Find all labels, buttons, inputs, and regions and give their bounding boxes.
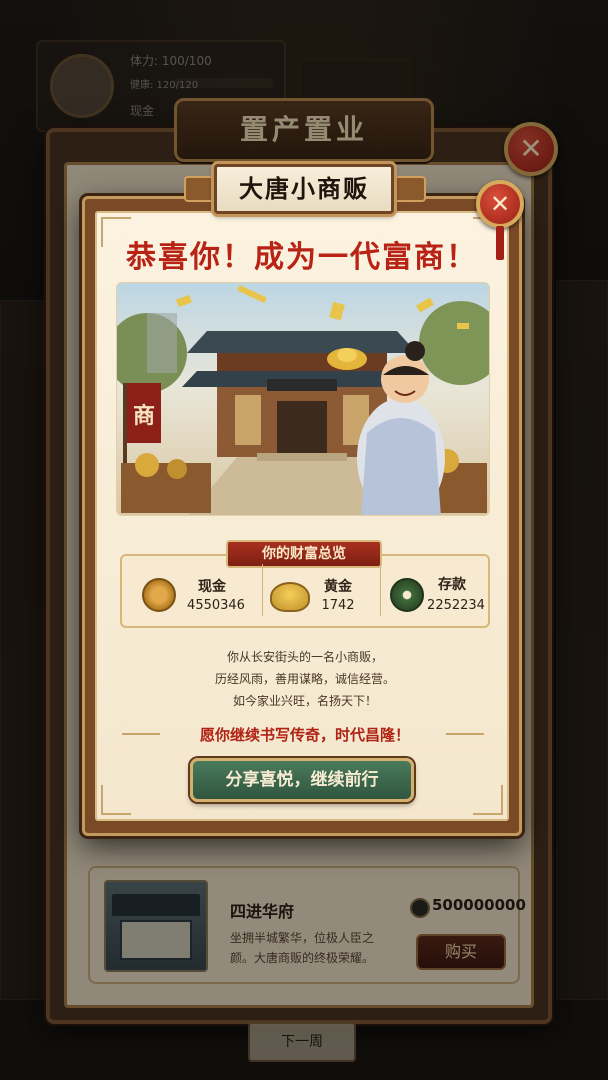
story-line: 历经风雨，善用谋略，诚信经营。 xyxy=(214,672,395,686)
wish-divider-right xyxy=(446,733,484,735)
congrats-heading: 恭喜你！成为一代富商！ xyxy=(126,240,478,275)
merchant-courtyard-illustration: 商 xyxy=(117,284,489,515)
corner-ornament xyxy=(473,785,503,815)
celebration-illustration: 商 xyxy=(116,282,490,516)
cash-value: 4550346 xyxy=(187,598,245,613)
wish-text: 愿你继续书写传奇，时代昌隆！ xyxy=(199,726,410,744)
modal-title-plate: 大唐小商贩 xyxy=(214,164,394,214)
title-ornament-left xyxy=(184,176,218,202)
deposit-value: 2252234 xyxy=(427,598,485,613)
divider xyxy=(380,564,381,616)
deposit-label: 存款 xyxy=(438,577,466,593)
gold-label: 黄金 xyxy=(324,579,352,595)
wealth-heading: 你的财富总览 xyxy=(226,540,382,568)
story-line: 你从长安街头的一名小商贩， xyxy=(226,650,383,664)
modal-title: 大唐小商贩 xyxy=(239,175,369,203)
corner-ornament xyxy=(101,785,131,815)
story-line: 如今家业兴旺，名扬天下！ xyxy=(232,694,377,708)
share-continue-button[interactable]: 分享喜悦，继续前行 xyxy=(190,758,414,802)
modal-close-button[interactable]: ✕ xyxy=(476,180,524,228)
copper-coin-icon xyxy=(142,578,176,612)
shop-sign-char: 商 xyxy=(133,403,155,429)
gold-value: 1742 xyxy=(321,598,355,613)
title-ornament-right xyxy=(392,176,426,202)
story-text: 你从长安街头的一名小商贩， 历经风雨，善用谋略，诚信经营。 如今家业兴旺，名扬天… xyxy=(120,646,490,712)
cash-label: 现金 xyxy=(198,579,226,595)
divider xyxy=(262,564,263,616)
